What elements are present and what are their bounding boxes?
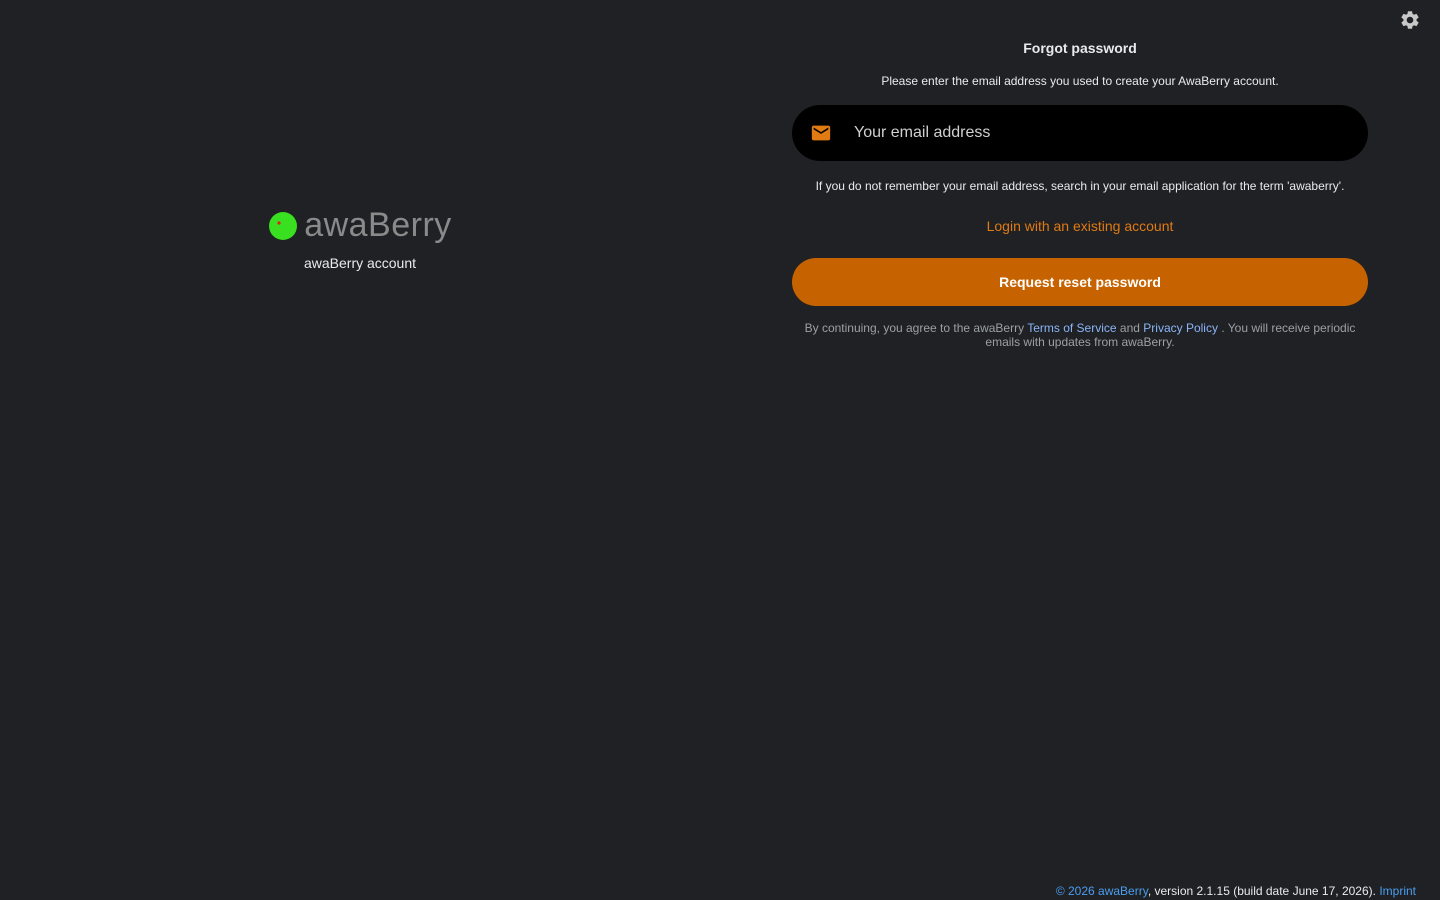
privacy-policy-link[interactable]: Privacy Policy — [1143, 321, 1218, 335]
form-title: Forgot password — [1023, 40, 1137, 56]
terms-of-service-link[interactable]: Terms of Service — [1027, 321, 1116, 335]
brand-subtitle: awaBerry account — [303, 255, 417, 271]
form-instruction: Please enter the email address you used … — [881, 74, 1279, 88]
logo: awaBerry — [260, 206, 460, 245]
mail-icon — [811, 125, 831, 141]
settings-button[interactable] — [1398, 8, 1422, 32]
legal-and: and — [1119, 321, 1140, 335]
brand: awaBerry awaBerry account — [260, 206, 460, 271]
footer: © 2026 awaBerry, version 2.1.15 (build d… — [1056, 884, 1416, 898]
legal-notice: By continuing, you agree to the awaBerry… — [792, 321, 1368, 349]
page: awaBerry awaBerry account Forgot passwor… — [0, 0, 1440, 900]
imprint-link[interactable]: Imprint — [1379, 884, 1416, 898]
email-hint: If you do not remember your email addres… — [815, 179, 1345, 193]
gear-icon — [1401, 11, 1419, 29]
copyright-link[interactable]: © 2026 awaBerry — [1056, 884, 1148, 898]
legal-prefix: By continuing, you agree to the awaBerry — [804, 321, 1025, 335]
request-reset-button[interactable]: Request reset password — [792, 258, 1368, 306]
login-existing-account-link[interactable]: Login with an existing account — [987, 218, 1174, 234]
version-text: , version 2.1.15 (build date June 17, 20… — [1147, 884, 1376, 898]
logo-text: awaBerry — [304, 206, 452, 244]
email-input[interactable] — [852, 123, 1350, 143]
forgot-password-form: Forgot password Please enter the email a… — [792, 38, 1368, 349]
email-field[interactable] — [792, 105, 1368, 161]
berry-logo-icon — [269, 211, 298, 240]
